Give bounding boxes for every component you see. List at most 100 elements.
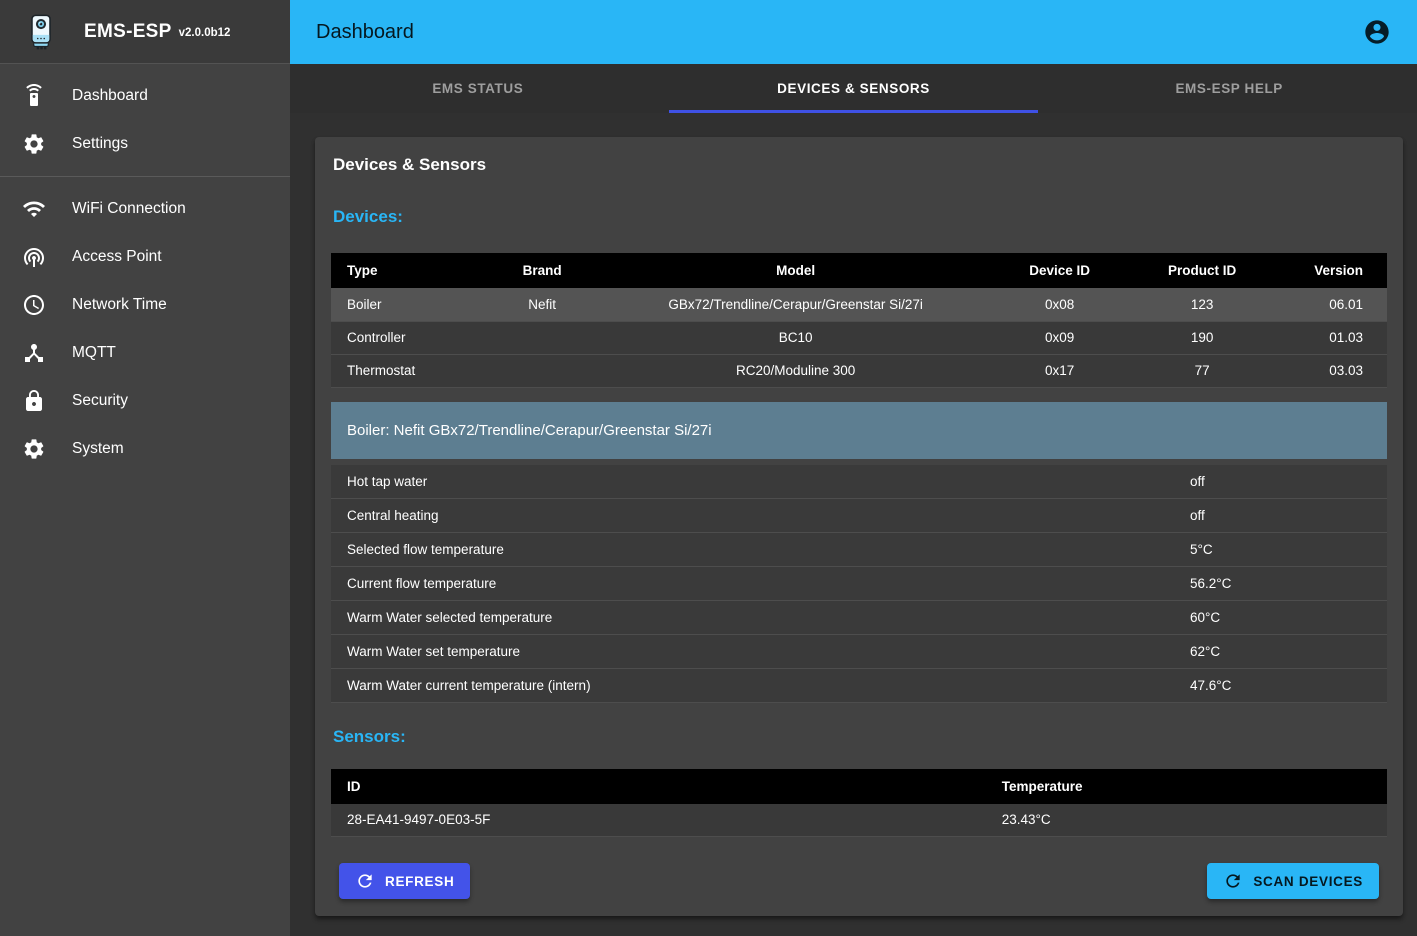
cell-brand [479, 321, 606, 354]
appbar: Dashboard [290, 0, 1417, 64]
gear-icon [22, 437, 46, 461]
detail-value: 60°C [1190, 610, 1387, 625]
list-item: Selected flow temperature 5°C [331, 533, 1387, 567]
actions-row: REFRESH SCAN DEVICES [331, 863, 1387, 899]
detail-value: 47.6°C [1190, 678, 1387, 693]
sidebar-item-label: MQTT [72, 344, 116, 362]
clock-icon [22, 293, 46, 317]
app-version: v2.0.0b12 [179, 27, 231, 39]
column-header-product-id: Product ID [1134, 253, 1271, 288]
list-item: Warm Water selected temperature 60°C [331, 601, 1387, 635]
cell-model: RC20/Moduline 300 [606, 354, 986, 387]
cell-model: BC10 [606, 321, 986, 354]
sidebar-item-settings[interactable]: Settings [0, 120, 290, 168]
cell-type: Thermostat [331, 354, 479, 387]
detail-label: Central heating [331, 508, 1190, 523]
sidebar-item-label: WiFi Connection [72, 200, 186, 218]
sidebar-item-label: System [72, 440, 124, 458]
boiler-detail-list: Hot tap water off Central heating off Se… [331, 465, 1387, 703]
cell-version: 03.03 [1271, 354, 1387, 387]
tab-ems-status[interactable]: EMS STATUS [290, 64, 666, 113]
list-item: Warm Water current temperature (intern) … [331, 669, 1387, 703]
sidebar-item-network-time[interactable]: Network Time [0, 281, 290, 329]
scan-devices-button[interactable]: SCAN DEVICES [1207, 863, 1379, 899]
scan-devices-button-label: SCAN DEVICES [1253, 874, 1363, 889]
tab-bar: EMS STATUS DEVICES & SENSORS EMS-ESP HEL… [290, 64, 1417, 113]
list-item: Hot tap water off [331, 465, 1387, 499]
content-area: Devices & Sensors Devices: Type Brand Mo… [290, 113, 1417, 936]
access-point-icon [22, 245, 46, 269]
cell-device-id: 0x17 [986, 354, 1134, 387]
lock-icon [22, 389, 46, 413]
sidebar-item-access-point[interactable]: Access Point [0, 233, 290, 281]
cell-type: Boiler [331, 288, 479, 321]
sidebar-item-label: Dashboard [72, 87, 148, 105]
device-hub-icon [22, 341, 46, 365]
cell-sensor-temperature: 23.43°C [986, 804, 1387, 837]
remote-dashboard-icon [22, 84, 46, 108]
cell-version: 06.01 [1271, 288, 1387, 321]
card-title: Devices & Sensors [333, 155, 1387, 175]
sidebar-item-label: Security [72, 392, 128, 410]
devices-table: Type Brand Model Device ID Product ID Ve… [331, 253, 1387, 388]
sidebar-item-mqtt[interactable]: MQTT [0, 329, 290, 377]
cell-sensor-id: 28-EA41-9497-0E03-5F [331, 804, 986, 837]
list-item: Warm Water set temperature 62°C [331, 635, 1387, 669]
cell-device-id: 0x09 [986, 321, 1134, 354]
tab-devices-sensors[interactable]: DEVICES & SENSORS [666, 64, 1042, 113]
table-row-thermostat[interactable]: Thermostat RC20/Moduline 300 0x17 77 03.… [331, 354, 1387, 387]
devices-heading: Devices: [333, 207, 1387, 227]
refresh-button-label: REFRESH [385, 874, 454, 889]
table-row-boiler[interactable]: Boiler Nefit GBx72/Trendline/Cerapur/Gre… [331, 288, 1387, 321]
app-root: EMS-ESP v2.0.0b12 Dashboard Settings WiF… [0, 0, 1417, 936]
sensors-table-header-row: ID Temperature [331, 769, 1387, 804]
detail-label: Selected flow temperature [331, 542, 1190, 557]
detail-value: off [1190, 508, 1387, 523]
table-row-controller[interactable]: Controller BC10 0x09 190 01.03 [331, 321, 1387, 354]
boiler-banner: Boiler: Nefit GBx72/Trendline/Cerapur/Gr… [331, 402, 1387, 459]
cell-brand: Nefit [479, 288, 606, 321]
sidebar-menu: Dashboard Settings WiFi Connection Acces… [0, 64, 290, 473]
cell-device-id: 0x08 [986, 288, 1134, 321]
sidebar-item-system[interactable]: System [0, 425, 290, 473]
column-header-temperature: Temperature [986, 769, 1387, 804]
cell-model: GBx72/Trendline/Cerapur/Greenstar Si/27i [606, 288, 986, 321]
detail-label: Warm Water current temperature (intern) [331, 678, 1190, 693]
devices-table-header-row: Type Brand Model Device ID Product ID Ve… [331, 253, 1387, 288]
sidebar-header: EMS-ESP v2.0.0b12 [0, 0, 290, 64]
table-row-sensor[interactable]: 28-EA41-9497-0E03-5F 23.43°C [331, 804, 1387, 837]
boiler-icon [28, 10, 54, 54]
gear-icon [22, 132, 46, 156]
refresh-icon [1223, 871, 1243, 891]
detail-value: 5°C [1190, 542, 1387, 557]
sidebar-item-dashboard[interactable]: Dashboard [0, 72, 290, 120]
column-header-device-id: Device ID [986, 253, 1134, 288]
list-item: Current flow temperature 56.2°C [331, 567, 1387, 601]
list-item: Central heating off [331, 499, 1387, 533]
devices-sensors-card: Devices & Sensors Devices: Type Brand Mo… [315, 137, 1403, 916]
refresh-icon [355, 871, 375, 891]
cell-type: Controller [331, 321, 479, 354]
detail-value: 56.2°C [1190, 576, 1387, 591]
cell-product-id: 190 [1134, 321, 1271, 354]
column-header-version: Version [1271, 253, 1387, 288]
account-circle-icon[interactable] [1363, 18, 1391, 46]
detail-label: Warm Water selected temperature [331, 610, 1190, 625]
cell-product-id: 123 [1134, 288, 1271, 321]
sidebar-item-wifi-connection[interactable]: WiFi Connection [0, 185, 290, 233]
sensors-table: ID Temperature 28-EA41-9497-0E03-5F 23.4… [331, 769, 1387, 838]
app-title: EMS-ESP [84, 21, 172, 43]
cell-brand [479, 354, 606, 387]
column-header-brand: Brand [479, 253, 606, 288]
detail-label: Hot tap water [331, 474, 1190, 489]
detail-label: Warm Water set temperature [331, 644, 1190, 659]
page-title: Dashboard [316, 21, 414, 44]
cell-product-id: 77 [1134, 354, 1271, 387]
sidebar-item-security[interactable]: Security [0, 377, 290, 425]
sidebar-item-label: Access Point [72, 248, 162, 266]
tab-ems-esp-help[interactable]: EMS-ESP HELP [1041, 64, 1417, 113]
sidebar: EMS-ESP v2.0.0b12 Dashboard Settings WiF… [0, 0, 290, 936]
sidebar-item-label: Network Time [72, 296, 167, 314]
refresh-button[interactable]: REFRESH [339, 863, 470, 899]
main-area: Dashboard EMS STATUS DEVICES & SENSORS E… [290, 0, 1417, 936]
